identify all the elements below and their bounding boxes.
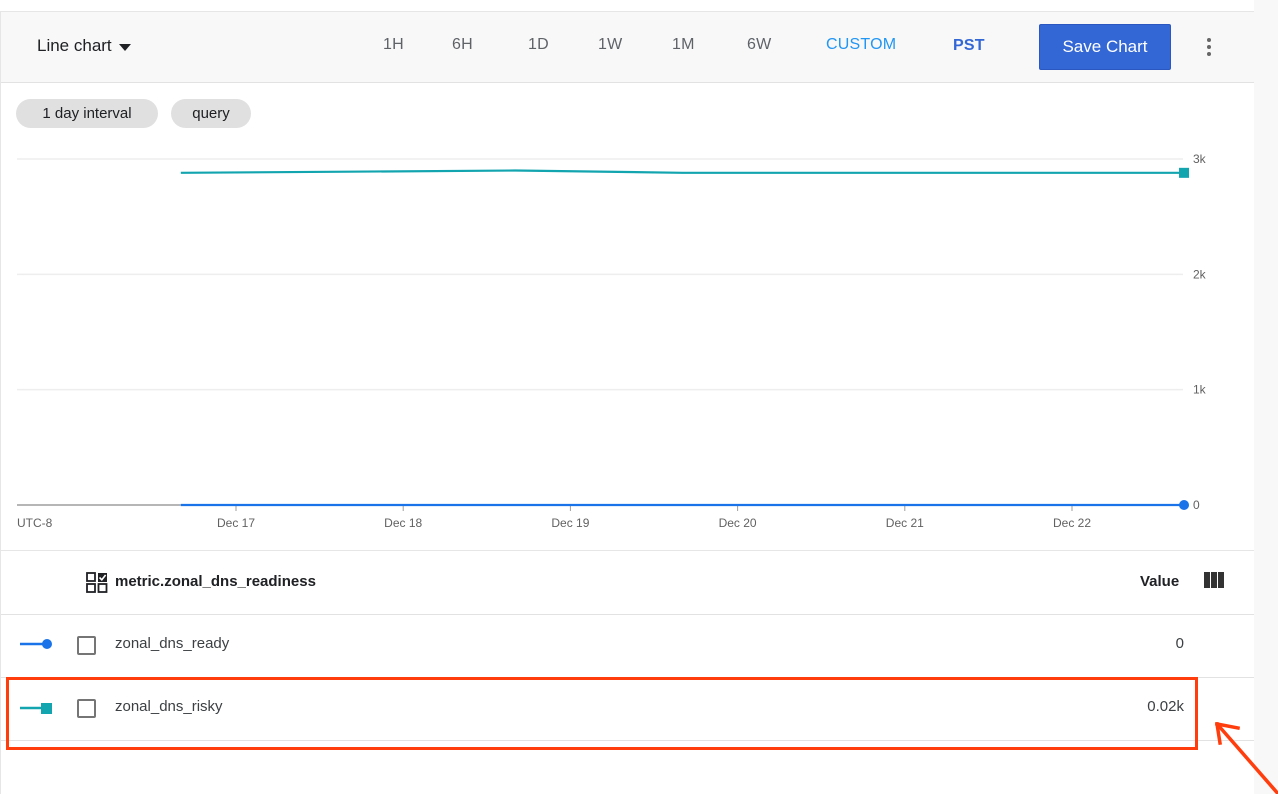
range-1w-button[interactable]: 1W xyxy=(598,36,622,54)
range-1d-button[interactable]: 1D xyxy=(528,36,549,54)
more-options-icon[interactable] xyxy=(1204,36,1214,58)
caret-down-icon xyxy=(118,43,131,51)
line-chart: 0 1k 2k 3k Dec 17 Dec 18 Dec 19 Dec 20 Dec 21 Dec… xyxy=(17,152,1207,530)
range-custom-button[interactable]: CUSTOM xyxy=(826,36,896,54)
query-chip[interactable]: query xyxy=(171,99,251,128)
group-by-icon[interactable] xyxy=(86,572,108,594)
y-tick-label: 0 xyxy=(1193,498,1200,512)
series-line-zonal_dns_risky xyxy=(180,169,1184,174)
y-tick-label: 2k xyxy=(1193,267,1207,281)
save-chart-button[interactable]: Save Chart xyxy=(1039,24,1171,70)
legend-group-label: metric.zonal_dns_readiness xyxy=(115,573,316,590)
series-name: zonal_dns_ready xyxy=(115,635,230,652)
x-tick-label: Dec 22 xyxy=(1053,516,1091,530)
series-value: 0 xyxy=(1175,635,1184,652)
page-background-strip xyxy=(1254,0,1278,794)
range-1h-button[interactable]: 1H xyxy=(383,36,404,54)
x-tick-label: Dec 21 xyxy=(886,516,924,530)
range-1m-button[interactable]: 1M xyxy=(672,36,695,54)
series-end-marker xyxy=(1179,500,1190,510)
series-checkbox[interactable] xyxy=(77,699,96,718)
square-marker-icon xyxy=(20,703,52,714)
y-tick-label: 1k xyxy=(1193,383,1207,397)
series-value: 0.02k xyxy=(1147,698,1184,715)
timezone-label: UTC-8 xyxy=(17,516,53,530)
series-end-marker xyxy=(1179,167,1190,178)
chart-type-dropdown[interactable]: Line chart xyxy=(37,36,131,56)
chart-legend-divider xyxy=(1,550,1254,551)
value-column-header[interactable]: Value xyxy=(1140,573,1179,590)
range-6h-button[interactable]: 6H xyxy=(452,36,473,54)
x-tick-label: Dec 19 xyxy=(551,516,589,530)
series-name: zonal_dns_risky xyxy=(115,698,223,715)
chart-type-label: Line chart xyxy=(37,36,112,55)
legend-header-divider xyxy=(1,614,1254,615)
series-checkbox[interactable] xyxy=(77,636,96,655)
x-tick-label: Dec 18 xyxy=(384,516,422,530)
x-tick-label: Dec 20 xyxy=(719,516,757,530)
legend-row-divider xyxy=(1,677,1254,678)
timezone-button[interactable]: PST xyxy=(953,37,985,55)
range-6w-button[interactable]: 6W xyxy=(747,36,771,54)
annotation-arrow-icon xyxy=(1214,721,1278,794)
y-tick-label: 3k xyxy=(1193,152,1207,166)
column-settings-icon[interactable] xyxy=(1204,572,1224,588)
interval-chip[interactable]: 1 day interval xyxy=(16,99,158,128)
legend-row-divider xyxy=(1,740,1254,741)
x-tick-label: Dec 17 xyxy=(217,516,255,530)
circle-marker-icon xyxy=(20,639,52,649)
